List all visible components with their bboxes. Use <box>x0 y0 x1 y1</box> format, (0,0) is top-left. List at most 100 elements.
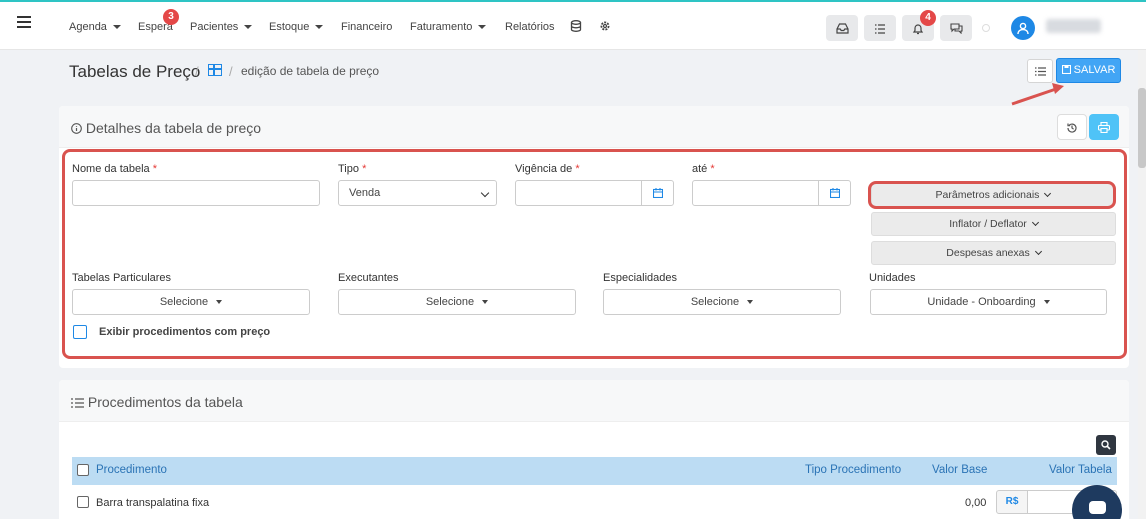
scrollbar-thumb[interactable] <box>1138 88 1146 168</box>
nav-label: Estoque <box>269 21 310 33</box>
table-header: Procedimento Tipo Procedimento Valor Bas… <box>72 457 1117 485</box>
currency-addon: R$ <box>996 490 1028 514</box>
nav-pacientes[interactable]: Pacientes <box>190 21 253 33</box>
attached-expenses-button[interactable]: Despesas anexas <box>871 241 1116 265</box>
caret-down-icon <box>315 25 324 30</box>
col-table-value[interactable]: Valor Tabela <box>1049 464 1112 476</box>
specialties-select[interactable]: Selecione <box>603 289 841 315</box>
nav-relatorios[interactable]: Relatórios <box>505 21 555 33</box>
database-icon[interactable] <box>569 20 583 34</box>
search-icon <box>1101 440 1111 450</box>
save-label: SALVAR <box>1073 64 1116 76</box>
label-text: Tipo <box>338 163 359 175</box>
details-title-text: Detalhes da tabela de preço <box>85 120 262 136</box>
page-scrollbar[interactable] <box>1138 50 1146 519</box>
floppy-disk-icon <box>1061 64 1071 75</box>
details-title: Detalhes da tabela de preço <box>71 120 261 136</box>
button-label: Despesas anexas <box>946 247 1030 259</box>
required-mark: * <box>575 163 580 175</box>
col-procedure[interactable]: Procedimento <box>96 464 167 476</box>
nav-label: Agenda <box>69 21 107 33</box>
page-title[interactable]: Tabelas de Preço <box>69 62 200 82</box>
user-avatar[interactable] <box>1011 16 1035 40</box>
history-icon <box>1067 123 1077 133</box>
type-label: Tipo * <box>338 163 366 175</box>
base-value: 0,00 <box>965 497 987 509</box>
col-procedure-type[interactable]: Tipo Procedimento <box>805 464 901 476</box>
save-button[interactable]: SALVAR <box>1056 58 1121 83</box>
notification-count-badge: 4 <box>920 10 936 26</box>
nav-label: Faturamento <box>410 21 473 33</box>
menu-icon[interactable] <box>17 16 31 30</box>
history-button[interactable] <box>1057 114 1087 140</box>
status-dot-icon <box>982 24 990 32</box>
settings-gear-icon[interactable] <box>598 20 612 34</box>
executants-label: Executantes <box>338 272 399 284</box>
caret-down-icon <box>1043 300 1050 305</box>
inflator-deflator-button[interactable]: Inflator / Deflator <box>871 212 1116 236</box>
username-blurred[interactable] <box>1046 19 1101 33</box>
procedure-name: Barra transpalatina fixa <box>96 497 210 509</box>
show-priced-checkbox[interactable] <box>73 325 87 339</box>
print-button[interactable] <box>1089 114 1119 140</box>
inbox-icon[interactable] <box>826 15 858 41</box>
valid-to-label: até * <box>692 163 715 175</box>
chat-icon[interactable] <box>940 15 972 41</box>
select-value: Selecione <box>159 296 209 308</box>
label-text: Nome da tabela <box>72 163 150 175</box>
breadcrumb-separator: / <box>229 64 233 79</box>
valid-from-input[interactable] <box>515 180 674 206</box>
table-icon <box>208 64 222 76</box>
required-mark: * <box>362 163 367 175</box>
col-base-value[interactable]: Valor Base <box>932 464 987 476</box>
select-value: Selecione <box>690 296 740 308</box>
units-label: Unidades <box>869 272 916 284</box>
private-tables-select[interactable]: Selecione <box>72 289 310 315</box>
caret-down-icon <box>478 25 487 30</box>
nav-label: Financeiro <box>341 21 393 33</box>
units-select[interactable]: Unidade - Onboarding <box>870 289 1107 315</box>
breadcrumb-current: edição de tabela de preço <box>241 64 380 78</box>
task-list-icon[interactable] <box>864 15 896 41</box>
select-value: Unidade - Onboarding <box>927 296 1036 308</box>
valid-from-label: Vigência de * <box>515 163 580 175</box>
button-label: Inflator / Deflator <box>949 218 1027 230</box>
name-label: Nome da tabela * <box>72 163 157 175</box>
caret-down-icon <box>747 300 754 305</box>
label-text: Vigência de <box>515 163 573 175</box>
nav-financeiro[interactable]: Financeiro <box>341 21 392 33</box>
espera-count-badge: 3 <box>163 9 179 25</box>
nav-label: Pacientes <box>190 21 239 33</box>
table-name-input[interactable] <box>72 180 320 206</box>
top-navbar: Agenda Espera 3 Pacientes Estoque Financ… <box>0 0 1146 50</box>
caret-down-icon <box>244 25 253 30</box>
procedures-title: Procedimentos da tabela <box>71 394 243 410</box>
required-mark: * <box>152 163 158 175</box>
list-view-button[interactable] <box>1027 59 1053 83</box>
label-text: até <box>692 163 708 175</box>
calendar-icon[interactable] <box>818 181 850 205</box>
private-tables-label: Tabelas Particulares <box>72 272 172 284</box>
nav-faturamento[interactable]: Faturamento <box>410 21 487 33</box>
params-highlight-box <box>868 181 1116 209</box>
nav-estoque[interactable]: Estoque <box>269 21 324 33</box>
type-select[interactable]: Venda <box>338 180 497 206</box>
required-mark: * <box>710 163 715 175</box>
details-panel-header: Detalhes da tabela de preço <box>59 106 1129 148</box>
caret-down-icon <box>482 300 489 305</box>
nav-agenda[interactable]: Agenda <box>69 21 121 33</box>
executants-select[interactable]: Selecione <box>338 289 576 315</box>
chevron-down-icon <box>1034 247 1042 256</box>
valid-to-input[interactable] <box>692 180 851 206</box>
row-checkbox[interactable] <box>77 496 89 508</box>
printer-icon <box>1097 122 1111 134</box>
specialties-label: Especialidades <box>603 272 677 284</box>
annotation-arrow <box>1011 83 1064 106</box>
chevron-down-icon <box>480 188 490 198</box>
search-button[interactable] <box>1096 435 1116 455</box>
nav-label: Relatórios <box>505 21 555 33</box>
procedures-title-text: Procedimentos da tabela <box>87 394 243 410</box>
calendar-icon[interactable] <box>641 181 673 205</box>
caret-down-icon <box>112 25 121 30</box>
select-all-checkbox[interactable] <box>77 464 89 476</box>
